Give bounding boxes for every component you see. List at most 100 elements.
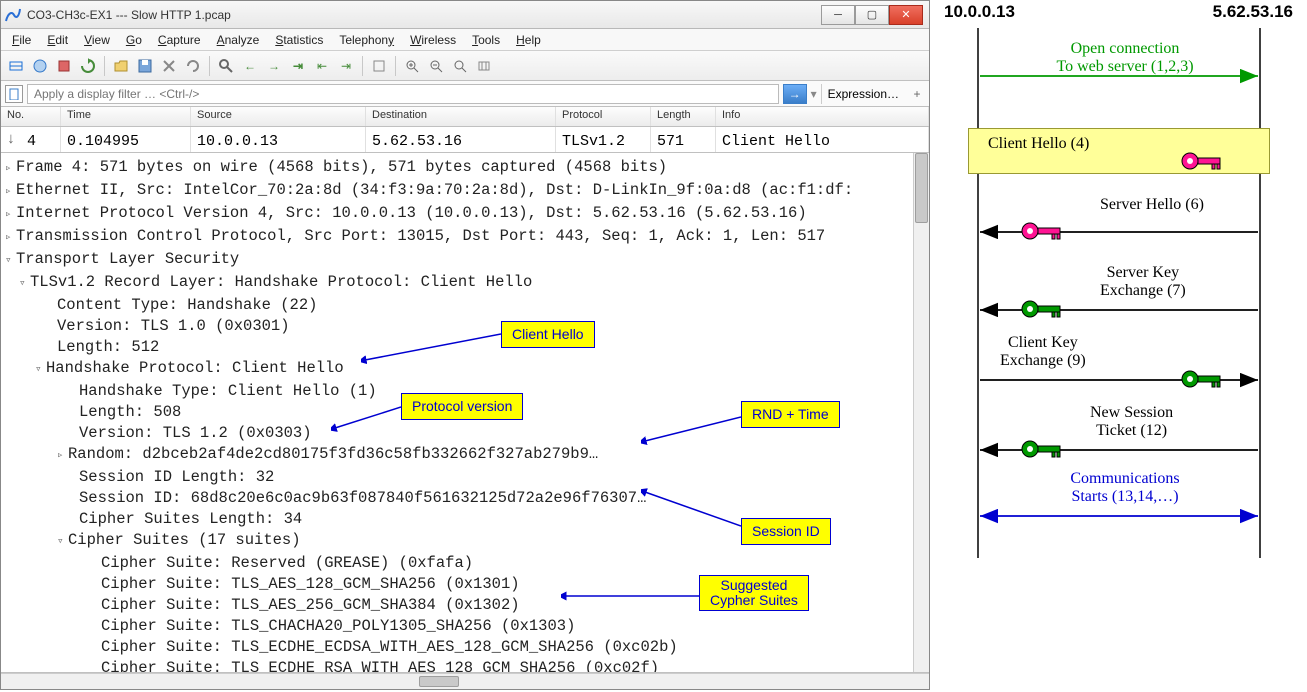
tool-last-icon[interactable]: ⇥ bbox=[335, 55, 357, 77]
seq-right-addr: 5.62.53.16 bbox=[1213, 2, 1293, 22]
tool-back-icon[interactable]: ← bbox=[239, 55, 261, 77]
detail-ctype[interactable]: Content Type: Handshake (22) bbox=[57, 296, 317, 314]
packet-row[interactable]: ↓ 4 0.104995 10.0.0.13 5.62.53.16 TLSv1.… bbox=[1, 127, 929, 153]
detail-tls[interactable]: Transport Layer Security bbox=[16, 250, 239, 268]
cell-info: Client Hello bbox=[716, 127, 929, 153]
menu-edit[interactable]: Edit bbox=[40, 31, 75, 49]
key-icon bbox=[1020, 438, 1064, 460]
window-title: CO3-CH3c-EX1 --- Slow HTTP 1.pcap bbox=[27, 8, 821, 22]
menu-help[interactable]: Help bbox=[509, 31, 548, 49]
filter-apply-button[interactable]: → bbox=[783, 84, 807, 104]
tool-zoomout-icon[interactable] bbox=[425, 55, 447, 77]
tool-autoscroll-icon[interactable] bbox=[368, 55, 390, 77]
seq-comm: CommunicationsStarts (13,14,…) bbox=[1030, 470, 1220, 506]
detail-cs6[interactable]: Cipher Suite: TLS ECDHE RSA WITH AES 128… bbox=[101, 659, 659, 673]
packet-details[interactable]: ▹Frame 4: 571 bytes on wire (4568 bits),… bbox=[1, 153, 929, 673]
detail-cs5[interactable]: Cipher Suite: TLS_ECDHE_ECDSA_WITH_AES_1… bbox=[101, 638, 678, 656]
detail-sid[interactable]: Session ID: 68d8c20e6c0ac9b63f087840f561… bbox=[79, 489, 646, 507]
key-icon bbox=[1020, 220, 1064, 242]
filter-add-button[interactable]: + bbox=[909, 87, 925, 101]
tool-stop-icon[interactable] bbox=[53, 55, 75, 77]
detail-cs4[interactable]: Cipher Suite: TLS_CHACHA20_POLY1305_SHA2… bbox=[101, 617, 575, 635]
col-dst[interactable]: Destination bbox=[366, 107, 556, 126]
col-info[interactable]: Info bbox=[716, 107, 929, 126]
detail-hstype[interactable]: Handshake Type: Client Hello (1) bbox=[79, 382, 377, 400]
key-icon bbox=[1180, 150, 1224, 172]
cell-no: 4 bbox=[21, 127, 61, 153]
seq-ckey: Client KeyExchange (9) bbox=[1000, 334, 1086, 370]
detail-cs-len[interactable]: Cipher Suites Length: 34 bbox=[79, 510, 302, 528]
detail-frame[interactable]: Frame 4: 571 bytes on wire (4568 bits), … bbox=[16, 158, 667, 176]
maximize-button[interactable]: ▢ bbox=[855, 5, 889, 25]
menubar: File Edit View Go Capture Analyze Statis… bbox=[1, 29, 929, 51]
packet-list-header: No. Time Source Destination Protocol Len… bbox=[1, 107, 929, 127]
detail-cs-head[interactable]: Cipher Suites (17 suites) bbox=[68, 531, 301, 549]
sequence-diagram: 10.0.0.13 5.62.53.16 Open connectionTo w… bbox=[930, 0, 1307, 692]
detail-rec-len[interactable]: Length: 512 bbox=[57, 338, 159, 356]
tool-reload-icon[interactable] bbox=[182, 55, 204, 77]
minimize-button[interactable]: ─ bbox=[821, 5, 855, 25]
packet-list[interactable]: ↓ 4 0.104995 10.0.0.13 5.62.53.16 TLSv1.… bbox=[1, 127, 929, 153]
cell-len: 571 bbox=[651, 127, 716, 153]
tool-zoom1-icon[interactable] bbox=[449, 55, 471, 77]
tool-restart-icon[interactable] bbox=[77, 55, 99, 77]
menu-tools[interactable]: Tools bbox=[465, 31, 507, 49]
detail-sid-len[interactable]: Session ID Length: 32 bbox=[79, 468, 274, 486]
cell-dst: 5.62.53.16 bbox=[366, 127, 556, 153]
details-hscroll[interactable] bbox=[1, 673, 929, 689]
tool-resize-icon[interactable] bbox=[473, 55, 495, 77]
tool-iface-icon[interactable] bbox=[5, 55, 27, 77]
detail-random[interactable]: Random: d2bceb2af4de2cd80175f3fd36c58fb3… bbox=[68, 445, 598, 463]
seq-left-addr: 10.0.0.13 bbox=[944, 2, 1015, 22]
tool-close-icon[interactable] bbox=[158, 55, 180, 77]
detail-eth[interactable]: Ethernet II, Src: IntelCor_70:2a:8d (34:… bbox=[16, 181, 853, 199]
menu-telephony[interactable]: Telephony bbox=[332, 31, 401, 49]
cell-time: 0.104995 bbox=[61, 127, 191, 153]
detail-tcp[interactable]: Transmission Control Protocol, Src Port:… bbox=[16, 227, 825, 245]
detail-hsproto[interactable]: Handshake Protocol: Client Hello bbox=[46, 359, 344, 377]
tool-zoomin-icon[interactable] bbox=[401, 55, 423, 77]
col-src[interactable]: Source bbox=[191, 107, 366, 126]
detail-cs2[interactable]: Cipher Suite: TLS_AES_128_GCM_SHA256 (0x… bbox=[101, 575, 520, 593]
col-time[interactable]: Time bbox=[61, 107, 191, 126]
toolbar: ← → ⇥ ⇤ ⇥ bbox=[1, 51, 929, 81]
filterbar: → ▾ Expression… + bbox=[1, 81, 929, 107]
tool-fwd-icon[interactable]: → bbox=[263, 55, 285, 77]
cell-proto: TLSv1.2 bbox=[556, 127, 651, 153]
seq-server-hello: Server Hello (6) bbox=[1100, 196, 1204, 214]
col-no[interactable]: No. bbox=[1, 107, 61, 126]
key-icon bbox=[1020, 298, 1064, 320]
detail-ip[interactable]: Internet Protocol Version 4, Src: 10.0.0… bbox=[16, 204, 807, 222]
detail-hs-ver[interactable]: Version: TLS 1.2 (0x0303) bbox=[79, 424, 312, 442]
seq-client-hello: Client Hello (4) bbox=[988, 135, 1089, 153]
key-icon bbox=[1180, 368, 1224, 390]
tool-first-icon[interactable]: ⇤ bbox=[311, 55, 333, 77]
col-len[interactable]: Length bbox=[651, 107, 716, 126]
detail-record[interactable]: TLSv1.2 Record Layer: Handshake Protocol… bbox=[30, 273, 532, 291]
direction-icon: ↓ bbox=[1, 127, 21, 153]
menu-wireless[interactable]: Wireless bbox=[403, 31, 463, 49]
detail-hs-len[interactable]: Length: 508 bbox=[79, 403, 181, 421]
tool-save-icon[interactable] bbox=[134, 55, 156, 77]
detail-rec-ver[interactable]: Version: TLS 1.0 (0x0301) bbox=[57, 317, 290, 335]
menu-view[interactable]: View bbox=[77, 31, 117, 49]
seq-open: Open connectionTo web server (1,2,3) bbox=[1020, 40, 1230, 76]
menu-analyze[interactable]: Analyze bbox=[210, 31, 267, 49]
menu-file[interactable]: File bbox=[5, 31, 38, 49]
tool-start-icon[interactable] bbox=[29, 55, 51, 77]
seq-skey: Server KeyExchange (7) bbox=[1100, 264, 1186, 300]
tool-find-icon[interactable] bbox=[215, 55, 237, 77]
tool-jump-icon[interactable]: ⇥ bbox=[287, 55, 309, 77]
menu-capture[interactable]: Capture bbox=[151, 31, 208, 49]
menu-go[interactable]: Go bbox=[119, 31, 149, 49]
display-filter-input[interactable] bbox=[27, 84, 779, 104]
close-button[interactable]: ✕ bbox=[889, 5, 923, 25]
col-proto[interactable]: Protocol bbox=[556, 107, 651, 126]
app-icon bbox=[5, 7, 21, 23]
filter-expression-button[interactable]: Expression… bbox=[821, 84, 905, 104]
bookmark-icon[interactable] bbox=[5, 85, 23, 103]
menu-statistics[interactable]: Statistics bbox=[268, 31, 330, 49]
detail-cs1[interactable]: Cipher Suite: Reserved (GREASE) (0xfafa) bbox=[101, 554, 473, 572]
detail-cs3[interactable]: Cipher Suite: TLS_AES_256_GCM_SHA384 (0x… bbox=[101, 596, 520, 614]
tool-open-icon[interactable] bbox=[110, 55, 132, 77]
